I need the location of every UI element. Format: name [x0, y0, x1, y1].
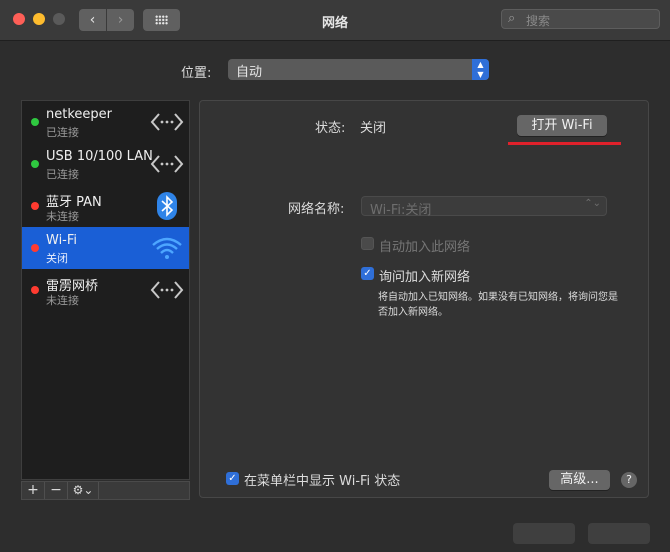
ask-join-description: 将自动加入已知网络。如果没有已知网络，将询问您是否加入新网络。	[378, 292, 618, 318]
gear-icon: ⚙︎⌄	[72, 483, 94, 497]
ethernet-arrows-icon	[150, 281, 184, 299]
service-list-toolbar: + − ⚙︎⌄	[21, 481, 190, 500]
status-label: 状态:	[315, 121, 346, 136]
wifi-icon	[152, 237, 182, 259]
show-in-menubar-label: 在菜单栏中显示 Wi-Fi 状态	[244, 474, 401, 489]
checkmark-icon: ✓	[228, 473, 237, 484]
bluetooth-icon	[157, 192, 177, 220]
ethernet-arrows-icon	[150, 113, 184, 131]
service-name: netkeeper	[46, 107, 112, 122]
show-in-menubar-checkbox[interactable]: ✓	[226, 472, 239, 485]
service-item-netkeeper[interactable]: netkeeper 已连接	[22, 101, 189, 143]
turn-on-wifi-button[interactable]: 打开 Wi-Fi	[517, 115, 607, 136]
service-status: 未连接	[46, 294, 79, 307]
apply-button[interactable]	[588, 523, 650, 544]
status-dot	[31, 160, 39, 168]
advanced-button[interactable]: 高级...	[549, 470, 610, 490]
service-name: Wi-Fi	[46, 233, 78, 248]
gear-menu-button[interactable]: ⚙︎⌄	[68, 482, 99, 499]
location-label: 位置:	[181, 66, 212, 81]
auto-join-label: 自动加入此网络	[379, 240, 471, 255]
service-status: 关闭	[46, 252, 68, 265]
status-dot	[31, 244, 39, 252]
service-item-wifi[interactable]: Wi-Fi 关闭	[22, 227, 189, 269]
location-select[interactable]: 自动 ▲ ▼	[228, 59, 489, 80]
annotation-underline	[508, 142, 621, 145]
search-placeholder: 搜索	[526, 14, 551, 28]
add-service-button[interactable]: +	[22, 482, 45, 499]
service-name: USB 10/100 LAN	[46, 149, 153, 164]
ask-join-checkbox[interactable]: ✓	[361, 267, 374, 280]
service-status: 未连接	[46, 210, 79, 223]
service-status: 已连接	[46, 126, 79, 139]
network-name-label: 网络名称:	[288, 202, 345, 217]
status-value: 关闭	[360, 121, 387, 136]
title-bar: ‹ › 网络 ⌕ 搜索	[0, 0, 670, 41]
ask-join-label: 询问加入新网络	[379, 270, 471, 285]
search-icon: ⌕	[508, 11, 516, 26]
status-dot	[31, 202, 39, 210]
status-dot	[31, 286, 39, 294]
status-dot	[31, 118, 39, 126]
help-button[interactable]: ?	[621, 472, 637, 488]
chevron-updown-icon: ▲ ▼	[472, 59, 489, 80]
chevron-updown-icon: ⌃⌄	[584, 198, 601, 209]
service-item-usb-lan[interactable]: USB 10/100 LAN 已连接	[22, 143, 189, 185]
network-name-value: Wi-Fi:关闭	[370, 203, 432, 218]
search-field[interactable]: ⌕ 搜索	[501, 9, 660, 29]
checkmark-icon: ✓	[363, 268, 372, 279]
service-status: 已连接	[46, 168, 79, 181]
auto-join-checkbox[interactable]	[361, 237, 374, 250]
service-item-bluetooth-pan[interactable]: 蓝牙 PAN 未连接	[22, 185, 189, 227]
network-name-select[interactable]: Wi-Fi:关闭 ⌃⌄	[361, 196, 607, 218]
service-item-thunderbolt-bridge[interactable]: 雷雳网桥 未连接	[22, 269, 189, 311]
remove-service-button[interactable]: −	[45, 482, 68, 499]
revert-button[interactable]	[513, 523, 575, 544]
service-list: netkeeper 已连接 USB 10/100 LAN 已连接 蓝牙 PAN …	[21, 100, 190, 480]
ethernet-arrows-icon	[150, 155, 184, 173]
location-value: 自动	[236, 65, 263, 80]
